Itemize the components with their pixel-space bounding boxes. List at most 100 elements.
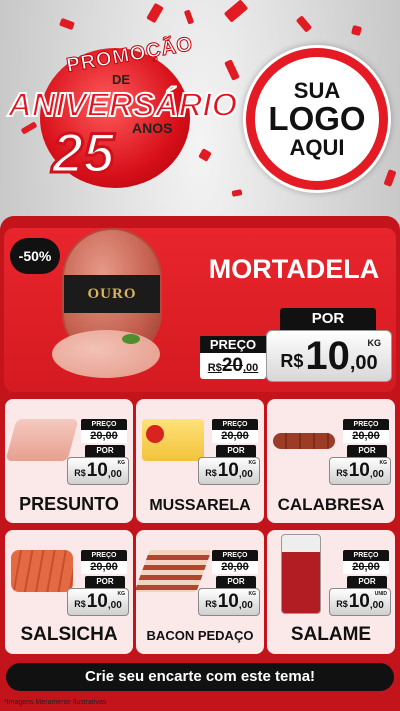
herb-garnish — [122, 334, 140, 344]
flyer-background: PROMOÇÃO DE ANIVERSÁRIO 25 ANOS SUA LOGO… — [0, 0, 400, 711]
currency: R$ — [205, 599, 217, 609]
new-price: R$ 10,00 KG — [67, 457, 129, 485]
por-label: POR — [85, 445, 125, 457]
product-name: PRESUNTO — [19, 494, 119, 514]
hero-currency: R$ — [280, 350, 304, 371]
old-price-value: 20 — [221, 430, 234, 442]
price-value: 10 — [86, 591, 108, 612]
price-unit: KG — [248, 460, 257, 466]
hero-old-currency: R$ — [207, 362, 222, 374]
por-label: POR — [216, 445, 256, 457]
logo-text-line1: SUA — [293, 77, 341, 103]
confetti — [231, 189, 243, 197]
price-cents: ,00 — [107, 599, 122, 611]
product-name: SALAME — [290, 624, 372, 645]
old-price: 20,00 — [343, 561, 389, 574]
preco-label: PREÇO — [343, 550, 389, 561]
price-unit: KG — [117, 591, 126, 597]
old-price-value: 20 — [352, 430, 365, 442]
preco-label: PREÇO — [81, 550, 127, 561]
old-price: 20,00 — [212, 561, 258, 574]
price-unit: KG — [117, 460, 126, 466]
logo-text-line3: AQUI — [289, 135, 345, 161]
old-price: 20,00 — [81, 561, 127, 574]
hero-old-value: 20 — [221, 355, 243, 376]
old-price: 20,00 — [343, 430, 389, 443]
anniversary-promo-badge: PROMOÇÃO DE ANIVERSÁRIO 25 ANOS — [7, 33, 238, 188]
old-price-cents: ,00 — [233, 561, 249, 573]
old-price: 20,00 — [81, 430, 127, 443]
brand-label: OURO — [64, 275, 160, 313]
product-card-calabresa: PREÇO 20,00 POR R$ 10,00 KG CALABRESA — [267, 399, 395, 523]
promo-connector: DE — [112, 72, 131, 87]
hero-price-cents: ,00 — [349, 351, 378, 374]
tomato-image — [146, 425, 164, 443]
product-name: SALSICHA — [20, 624, 118, 645]
currency: R$ — [74, 468, 86, 478]
mussarela-image — [142, 419, 204, 461]
hero-old-cents: ,00 — [242, 362, 259, 374]
logo-placeholder: SUA LOGO AQUI — [246, 48, 388, 190]
confetti — [350, 24, 363, 37]
promo-years-label: ANOS — [132, 120, 173, 136]
price-cents: ,00 — [238, 599, 253, 611]
product-name: BACON PEDAÇO — [146, 628, 254, 643]
confetti — [383, 169, 397, 187]
confetti — [183, 9, 195, 25]
salsicha-image — [11, 550, 73, 592]
price-cents: ,00 — [369, 468, 384, 480]
salame-package-image — [281, 534, 321, 614]
promo-years-number: 25 — [50, 120, 115, 186]
por-label: POR — [347, 445, 387, 457]
preco-label: PREÇO — [212, 419, 258, 430]
preco-label: PREÇO — [81, 419, 127, 430]
disclaimer-text: *Imagens Meramente Ilustrativas — [4, 699, 107, 706]
price-unit: UNID — [374, 591, 387, 597]
price-value: 10 — [217, 460, 239, 481]
currency: R$ — [336, 599, 348, 609]
hero-product-name: MORTADELA — [208, 254, 380, 284]
hero-preco-label: PREÇO — [200, 336, 266, 353]
product-name: MUSSARELA — [149, 497, 251, 514]
create-flyer-button[interactable]: Crie seu encarte com este tema! — [6, 663, 394, 691]
bacon-image — [136, 550, 212, 592]
product-card-mussarela: PREÇO 20,00 POR R$ 10,00 KG MUSSARELA — [136, 399, 264, 523]
por-label: POR — [85, 576, 125, 588]
price-cents: ,00 — [238, 468, 253, 480]
old-price-value: 20 — [352, 561, 365, 573]
new-price: R$ 10,00 KG — [198, 457, 260, 485]
product-card-salsicha: PREÇO 20,00 POR R$ 10,00 KG SALSICHA — [5, 530, 133, 654]
old-price-cents: ,00 — [364, 561, 380, 573]
price-cents: ,00 — [107, 468, 122, 480]
confetti — [146, 2, 164, 24]
hero-price-unit: KG — [367, 338, 382, 348]
new-price: R$ 10,00 KG — [67, 588, 129, 616]
brand-name: OURO — [87, 285, 137, 302]
presunto-image — [5, 419, 79, 461]
new-price: R$ 10,00 KG — [198, 588, 260, 616]
hero-por-label: POR — [280, 308, 376, 330]
price-value: 10 — [348, 460, 370, 481]
product-card-bacon: PREÇO 20,00 POR R$ 10,00 KG BACON PEDAÇO — [136, 530, 264, 654]
confetti — [295, 15, 313, 33]
hero-new-price: R$ 10 ,00 KG — [266, 330, 392, 382]
preco-label: PREÇO — [343, 419, 389, 430]
discount-badge: -50% — [10, 238, 60, 274]
price-value: 10 — [217, 591, 239, 612]
product-name: CALABRESA — [277, 495, 385, 514]
logo-text-line2: LOGO — [268, 99, 366, 137]
product-card-presunto: PREÇO 20,00 POR R$ 10,00 KG PRESUNTO — [5, 399, 133, 523]
hero-price-value: 10 — [305, 333, 350, 378]
currency: R$ — [74, 599, 86, 609]
old-price: 20,00 — [212, 430, 258, 443]
new-price: R$ 10,00 UNID — [329, 588, 391, 616]
product-card-salame: PREÇO 20,00 POR R$ 10,00 UNID SALAME — [267, 530, 395, 654]
old-price-value: 20 — [90, 561, 103, 573]
confetti — [59, 17, 75, 31]
old-price-cents: ,00 — [233, 430, 249, 442]
old-price-value: 20 — [90, 430, 103, 442]
promo-anniversary: ANIVERSÁRIO — [7, 85, 238, 124]
currency: R$ — [205, 468, 217, 478]
old-price-value: 20 — [221, 561, 234, 573]
calabresa-image — [273, 433, 335, 449]
